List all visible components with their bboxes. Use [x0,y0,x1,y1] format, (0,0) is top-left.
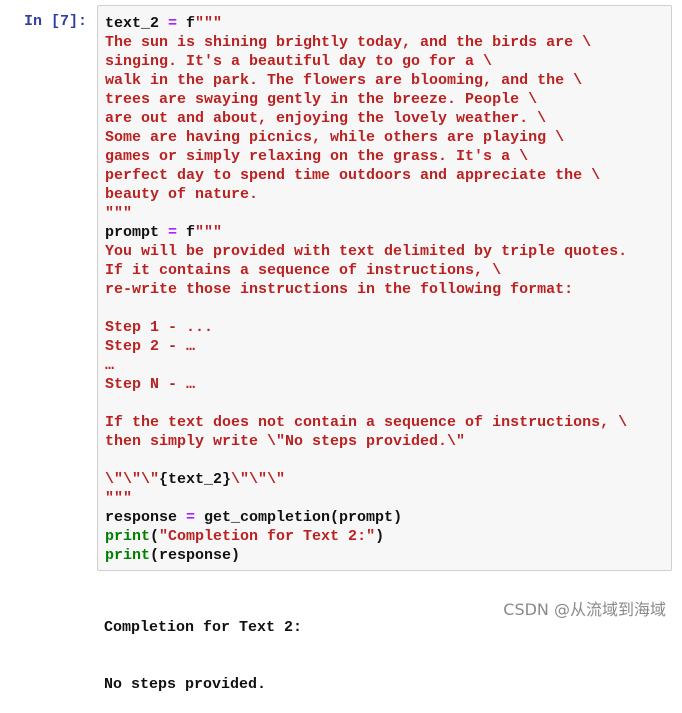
code-token: Step N - … [105,376,196,393]
code-token: trees are swaying gently in the breeze. … [105,91,538,108]
code-line: Step N - … [105,375,627,394]
code-token: ) [375,528,385,545]
code-token: Step 2 - … [105,338,196,355]
code-line: text_2 = f""" [105,14,627,33]
code-token: beauty of nature. [105,186,259,203]
code-token: ( [150,528,160,545]
code-token: are out and about, enjoying the lovely w… [105,110,547,127]
code-token: perfect day to spend time outdoors and a… [105,167,601,184]
code-line: … [105,356,627,375]
code-token: then simply write \"No steps provided.\" [105,433,466,450]
code-line: print("Completion for Text 2:") [105,527,627,546]
code-line: You will be provided with text delimited… [105,242,627,261]
code-token: (response) [150,547,241,564]
code-line: Some are having picnics, while others ar… [105,128,627,147]
code-token: The sun is shining brightly today, and t… [105,34,592,51]
code-token: {text_2} [159,471,232,488]
code-token: = [168,15,178,32]
code-token: \"\"\" [231,471,286,488]
code-line: If the text does not contain a sequence … [105,413,627,432]
code-token: If the text does not contain a sequence … [105,414,628,431]
code-token: """ [195,15,223,32]
code-token: """ [105,205,133,222]
code-token: \"\"\" [105,471,160,488]
code-token: response [105,509,187,526]
code-token: If it contains a sequence of instruction… [105,262,502,279]
code-line: \"\"\"{text_2}\"\"\" [105,470,627,489]
code-token: """ [105,490,133,507]
code-token: = [168,224,178,241]
cell-prompt-label: In [7]: [24,13,88,30]
code-token: print [105,547,151,564]
code-line: prompt = f""" [105,223,627,242]
code-token: prompt [105,224,169,241]
code-line: """ [105,204,627,223]
code-token: Step 1 - ... [105,319,214,336]
code-line: Step 1 - ... [105,318,627,337]
code-token: Some are having picnics, while others ar… [105,129,565,146]
code-token: You will be provided with text delimited… [105,243,628,260]
code-line: """ [105,489,627,508]
code-line: Step 2 - … [105,337,627,356]
code-token: text_2 [105,15,169,32]
code-line: beauty of nature. [105,185,627,204]
output-line: No steps provided. [104,676,267,693]
code-token: get_completion(prompt) [195,509,403,526]
code-editor[interactable]: text_2 = f""" The sun is shining brightly… [105,14,627,565]
code-line: walk in the park. The flowers are bloomi… [105,71,627,90]
code-token: games or simply relaxing on the grass. I… [105,148,529,165]
code-token: walk in the park. The flowers are bloomi… [105,72,583,89]
code-line: trees are swaying gently in the breeze. … [105,90,627,109]
code-line: perfect day to spend time outdoors and a… [105,166,627,185]
cell-output: Completion for Text 2: No steps provided… [104,580,302,713]
code-token: "Completion for Text 2:" [159,528,376,545]
code-token: """ [195,224,223,241]
code-token: re-write those instructions in the follo… [105,281,574,298]
code-line: games or simply relaxing on the grass. I… [105,147,627,166]
code-token: f [177,15,196,32]
code-line: are out and about, enjoying the lovely w… [105,109,627,128]
watermark: CSDN @从流域到海域 [503,600,666,619]
code-line: re-write those instructions in the follo… [105,280,627,299]
code-line: The sun is shining brightly today, and t… [105,33,627,52]
code-cell[interactable]: text_2 = f""" The sun is shining brightly… [97,5,672,571]
code-line: singing. It's a beautiful day to go for … [105,52,627,71]
output-line: Completion for Text 2: [104,619,303,636]
code-token: f [177,224,196,241]
code-token: singing. It's a beautiful day to go for … [105,53,493,70]
code-token: … [105,357,115,374]
code-token: = [186,509,196,526]
code-line: then simply write \"No steps provided.\" [105,432,627,451]
code-line: If it contains a sequence of instruction… [105,261,627,280]
code-line: response = get_completion(prompt) [105,508,627,527]
code-token: print [105,528,151,545]
code-line: print(response) [105,546,627,565]
